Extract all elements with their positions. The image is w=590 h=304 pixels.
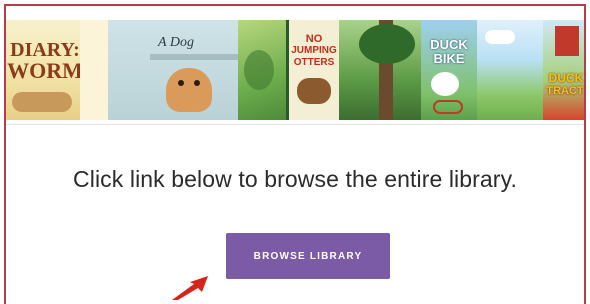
book-cover-a-dog[interactable]: A Dog — [108, 20, 238, 120]
book-title: NO — [305, 33, 323, 45]
book-title: OTTERS — [293, 57, 335, 68]
book-title: DUCK — [548, 71, 584, 85]
book-title: TRACT — [546, 85, 584, 97]
book-cover-duck-bike[interactable]: DUCK BIKE — [421, 20, 477, 120]
book-cover-duck-tractor[interactable]: DUCK TRACT — [543, 20, 584, 120]
book-title: JUMPING — [291, 45, 337, 56]
book-title: DIARY: — [10, 39, 80, 61]
book-cover-diary-of-a-worm[interactable]: DIARY: WORM — [6, 20, 108, 120]
book-cover-green-illustration[interactable] — [238, 20, 286, 120]
browse-instructions: Click link below to browse the entire li… — [73, 166, 517, 192]
book-cover-meadow-illustration[interactable] — [477, 20, 543, 120]
banner-divider — [6, 124, 584, 125]
book-title: A Dog — [158, 35, 194, 50]
book-covers-banner: DIARY: WORM A Dog NO JUMPING OTTERS DUCK… — [6, 20, 584, 120]
book-cover-forest-illustration[interactable] — [339, 20, 421, 120]
book-title: WORM — [7, 58, 83, 83]
book-cover-no-jumping-otters[interactable]: NO JUMPING OTTERS — [286, 20, 339, 120]
arrow-pointer-icon — [172, 276, 208, 300]
library-panel: DIARY: WORM A Dog NO JUMPING OTTERS DUCK… — [4, 4, 586, 304]
book-title: DUCK — [430, 37, 468, 52]
browse-library-button[interactable]: BROWSE LIBRARY — [226, 233, 390, 279]
book-title: BIKE — [433, 51, 465, 66]
